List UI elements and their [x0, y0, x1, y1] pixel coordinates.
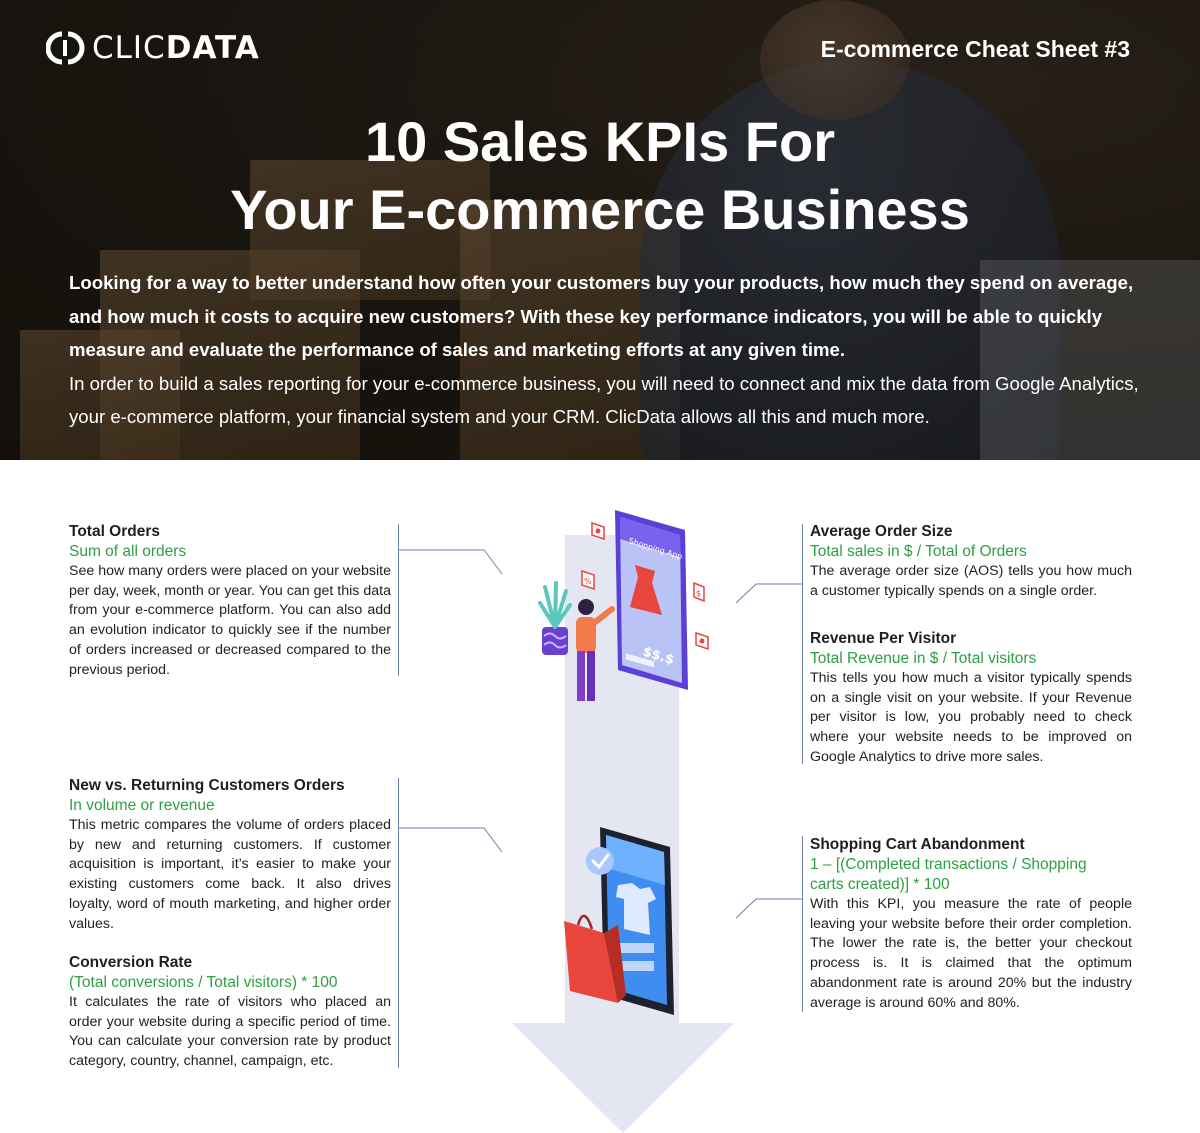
kpi-conversion-rate: Conversion Rate (Total conversions / Tot… [69, 953, 391, 1072]
kpi-title: Revenue Per Visitor [810, 630, 957, 647]
right-divider-1 [802, 524, 803, 764]
clicdata-logo-icon [45, 30, 86, 66]
right-divider-2 [802, 836, 803, 1012]
intro-bold-paragraph: Looking for a way to better understand h… [69, 272, 1134, 360]
connector-cart-abandonment [735, 898, 802, 919]
hero-banner: CLICDATA E-commerce Cheat Sheet #3 10 Sa… [0, 0, 1200, 460]
kpi-formula: Total Revenue in $ / Total visitors [810, 650, 1037, 667]
kpi-title: Shopping Cart Abandonment [810, 836, 1025, 853]
kpi-total-orders: Total Orders Sum of all orders See how m… [69, 522, 391, 680]
percent-tag-icon: % [581, 569, 595, 591]
kpi-title: Conversion Rate [69, 954, 193, 971]
kpi-description: With this KPI, you measure the rate of p… [810, 896, 1132, 1011]
connector-new-vs-returning [398, 827, 503, 853]
kpi-description: This metric compares the volume of order… [69, 817, 391, 932]
cheat-sheet-label: E-commerce Cheat Sheet #3 [820, 36, 1130, 62]
left-divider-2 [398, 778, 399, 1068]
title-line-1: 10 Sales KPIs For [364, 110, 835, 173]
kpi-new-vs-returning: New vs. Returning Customers Orders In vo… [69, 776, 391, 934]
kpi-formula: 1 – [(Completed transactions / Shopping … [810, 856, 1087, 893]
svg-text:$: $ [696, 589, 701, 598]
svg-text:%: % [584, 577, 592, 586]
kpi-revenue-per-visitor: Revenue Per Visitor Total Revenue in $ /… [810, 629, 1132, 768]
left-divider-1 [398, 524, 399, 676]
intro-regular-paragraph: In order to build a sales reporting for … [69, 372, 1139, 428]
kpi-description: The average order size (AOS) tells you h… [810, 563, 1132, 599]
kpi-formula: (Total conversions / Total visitors) * 1… [69, 974, 338, 991]
page-title: 10 Sales KPIs For Your E-commerce Busine… [0, 108, 1200, 244]
connector-average-order-size [735, 583, 802, 604]
kpi-formula: Sum of all orders [69, 543, 187, 560]
kpi-formula: Total sales in $ / Total of Orders [810, 543, 1027, 560]
kpi-formula: In volume or revenue [69, 797, 215, 814]
kpi-average-order-size: Average Order Size Total sales in $ / To… [810, 522, 1132, 601]
clicdata-logo[interactable]: CLICDATA [45, 30, 260, 66]
kpi-description: This tells you how much a visitor typica… [810, 670, 1132, 765]
shopping-app-illustration: Shopping App $$.$ % $ [538, 510, 709, 701]
cart-tag-icon [591, 521, 605, 541]
kpi-title: New vs. Returning Customers Orders [69, 777, 345, 794]
dollar-tag-icon: $ [693, 581, 705, 603]
kpi-description: See how many orders were placed on your … [69, 563, 391, 678]
connector-total-orders [398, 549, 503, 575]
logo-wordmark: CLICDATA [92, 30, 260, 66]
kpi-title: Total Orders [69, 523, 161, 540]
kpi-cart-abandonment: Shopping Cart Abandonment 1 – [(Complete… [810, 835, 1132, 1013]
kpi-description: It calculates the rate of visitors who p… [69, 994, 391, 1070]
kpi-title: Average Order Size [810, 523, 953, 540]
checkout-phone-illustration [564, 827, 674, 1015]
graduation-tag-icon [695, 631, 709, 651]
title-line-2: Your E-commerce Business [230, 178, 970, 241]
intro-text: Looking for a way to better understand h… [69, 266, 1139, 434]
